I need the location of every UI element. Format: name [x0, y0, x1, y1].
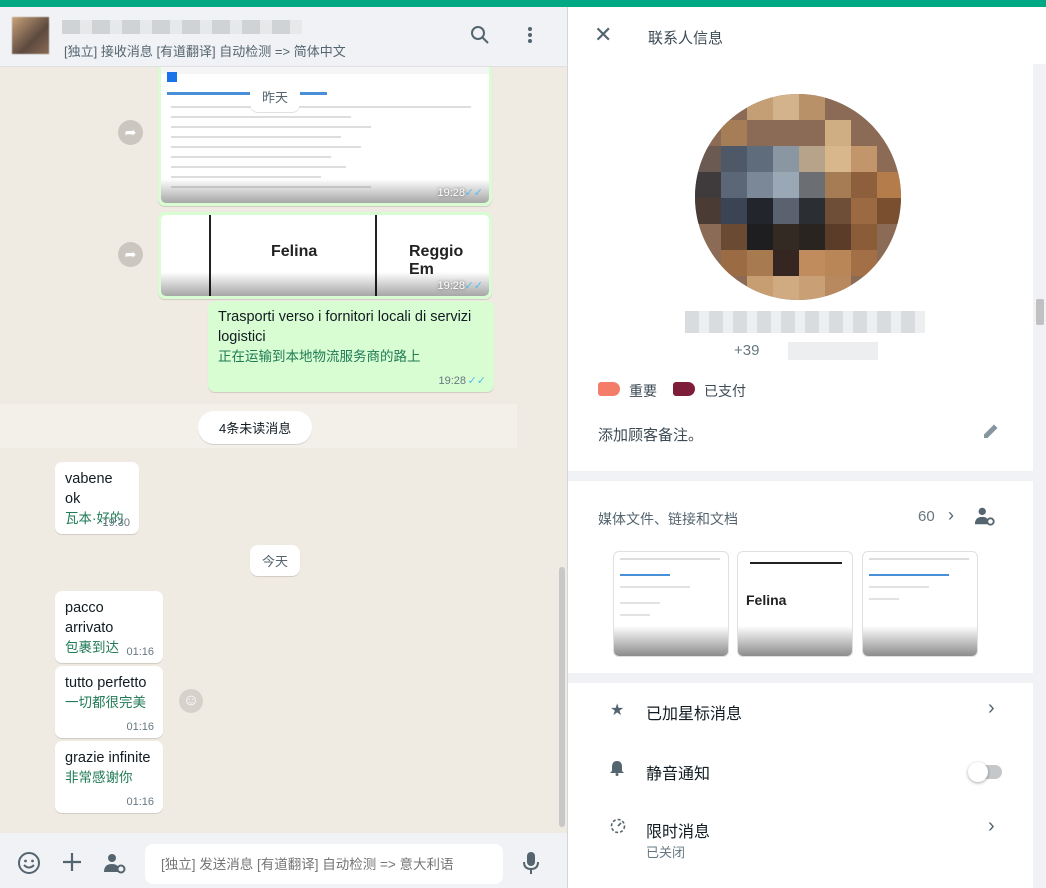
incoming-message[interactable]: vabene ok 瓦本·好的 19:30 [55, 462, 139, 534]
chat-pane: [独立] 接收消息 [有道翻译] 自动检测 => 简体中文 19:28 ✓✓ 昨… [0, 7, 567, 888]
chevron-right-icon[interactable]: › [948, 505, 954, 526]
incoming-message[interactable]: tutto perfetto 一切都很完美 01:16 [55, 666, 163, 738]
read-ticks-icon: ✓✓ [464, 187, 483, 199]
customer-note[interactable]: 添加顾客备注。 [598, 424, 703, 445]
image-message[interactable]: Felina Reggio Em ⌄ 19:28 ✓✓ [158, 212, 492, 299]
message-list[interactable]: 19:28 ✓✓ 昨天 ➦ Felina Reggio Em ⌄ 19:28 ✓… [0, 67, 567, 833]
label-tag-icon [673, 382, 695, 396]
star-icon: ★ [610, 702, 625, 719]
message-time: 01:16 [126, 721, 154, 733]
media-thumbnail[interactable] [862, 551, 978, 657]
unread-count-badge: 4条未读消息 [198, 411, 313, 444]
forward-icon[interactable]: ➦ [118, 242, 143, 267]
media-thumbnail[interactable] [613, 551, 729, 657]
react-emoji-icon[interactable]: ☺ [179, 689, 203, 713]
contact-info-header: ✕ 联系人信息 [568, 7, 1046, 64]
label-important[interactable]: 重要 [629, 381, 657, 401]
date-divider-yesterday: 昨天 [250, 81, 301, 112]
contact-phone-redacted [788, 342, 878, 360]
chevron-right-icon: › [988, 815, 995, 837]
bell-icon [610, 760, 624, 781]
attach-plus-icon[interactable] [59, 851, 85, 877]
media-count: 60 [918, 508, 935, 525]
message-translation: 非常感谢你 [65, 770, 133, 785]
message-time: 19:28 [437, 187, 465, 199]
disappearing-messages-status: 已关闭 [646, 845, 686, 860]
message-input[interactable] [145, 844, 503, 884]
media-thumbnail[interactable]: Felina [737, 551, 853, 657]
microphone-icon[interactable] [518, 851, 544, 877]
forward-icon[interactable]: ➦ [118, 120, 143, 145]
message-time: 19:30 [102, 517, 130, 529]
media-section: 媒体文件、链接和文档 60 › Felina [568, 481, 1035, 673]
top-accent-bar [0, 0, 1046, 7]
contact-info-panel: ✕ 联系人信息 +39 重要 已支付 添加顾客备注。 媒体文件、链接和文档 60… [567, 7, 1046, 888]
contact-phone-prefix: +39 [734, 342, 760, 359]
chat-status: [独立] 接收消息 [有道翻译] 自动检测 => 简体中文 [64, 44, 346, 59]
menu-icon[interactable] [518, 25, 542, 49]
contact-settings-list: ★ 已加星标消息 › 静音通知 限时消息 已关闭 › [568, 683, 1035, 888]
message-time: 19:28 [438, 375, 466, 387]
panel-title: 联系人信息 [648, 30, 724, 47]
chevron-down-icon[interactable]: ⌄ [471, 219, 483, 236]
incoming-message[interactable]: grazie infinite 非常感谢你 01:16 [55, 741, 163, 813]
image-text: Felina [746, 592, 787, 608]
disappearing-messages-row[interactable]: 限时消息 已关闭 › [568, 801, 1035, 871]
contact-profile-section: +39 重要 已支付 添加顾客备注。 [568, 64, 1035, 471]
contact-settings-icon[interactable] [974, 505, 996, 532]
disappearing-messages-label: 限时消息 [646, 824, 711, 841]
read-ticks-icon: ✓✓ [467, 375, 486, 387]
contact-settings-icon[interactable] [102, 851, 128, 877]
outgoing-message[interactable]: Trasporti verso i fornitori locali di se… [208, 301, 494, 392]
message-translation: 正在运输到本地物流服务商的路上 [218, 349, 421, 364]
date-divider-today: 今天 [250, 545, 301, 576]
mute-toggle[interactable] [968, 762, 1002, 782]
message-time: 19:28 [437, 280, 465, 292]
message-text: Trasporti verso i fornitori locali di se… [218, 309, 472, 345]
edit-pencil-icon[interactable] [982, 422, 1000, 445]
message-text: pacco arrivato [65, 600, 114, 636]
message-text: tutto perfetto [65, 675, 147, 691]
chevron-right-icon: › [988, 697, 995, 719]
timer-icon [610, 818, 626, 839]
media-title[interactable]: 媒体文件、链接和文档 [598, 509, 738, 529]
close-icon[interactable]: ✕ [594, 23, 612, 47]
message-time: 01:16 [126, 796, 154, 808]
image-message[interactable]: 19:28 ✓✓ [158, 67, 492, 206]
message-time: 01:16 [126, 646, 154, 658]
panel-scrollbar-track[interactable] [1033, 64, 1046, 888]
mute-notifications-row[interactable]: 静音通知 [568, 743, 1035, 801]
image-text: Felina [271, 243, 318, 260]
chat-scrollbar[interactable] [559, 567, 565, 827]
panel-scrollbar-thumb[interactable] [1036, 299, 1044, 325]
contact-name-redacted [62, 20, 302, 34]
search-icon[interactable] [468, 25, 492, 49]
contact-profile-photo[interactable] [695, 94, 901, 300]
mute-notifications-label: 静音通知 [646, 766, 711, 783]
starred-messages-row[interactable]: ★ 已加星标消息 › [568, 683, 1035, 741]
message-text: grazie infinite [65, 750, 151, 766]
contact-avatar[interactable] [12, 17, 49, 54]
chat-header[interactable]: [独立] 接收消息 [有道翻译] 自动检测 => 简体中文 [0, 7, 567, 67]
emoji-icon[interactable] [16, 851, 42, 877]
label-tag-icon [598, 382, 620, 396]
incoming-message[interactable]: pacco arrivato 包裹到达 01:16 [55, 591, 163, 663]
label-paid[interactable]: 已支付 [704, 381, 746, 401]
compose-bar [0, 833, 567, 888]
message-text: vabene ok [65, 471, 113, 507]
contact-name-redacted [685, 311, 925, 333]
message-translation: 一切都很完美 [65, 695, 146, 710]
starred-messages-label: 已加星标消息 [646, 706, 743, 723]
read-ticks-icon: ✓✓ [464, 280, 483, 292]
